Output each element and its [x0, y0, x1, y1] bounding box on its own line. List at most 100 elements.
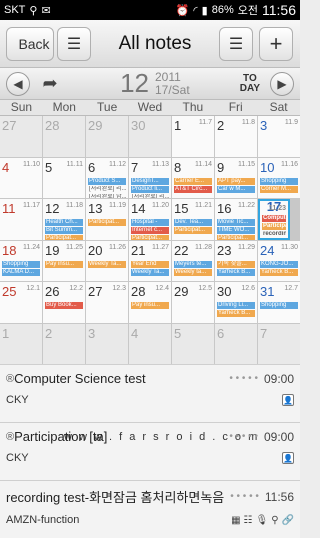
calendar-event[interactable]: Shopping	[2, 260, 40, 268]
calendar-event[interactable]: DesignT...	[131, 177, 169, 185]
calendar-event[interactable]: TIME WO...	[217, 227, 255, 234]
calendar-event[interactable]: Product li...	[131, 185, 169, 193]
calendar-day-cell[interactable]: 9 11.15 APT pay... Car w M...	[215, 157, 257, 198]
calendar-event[interactable]: KONG-JO...	[260, 260, 298, 268]
calendar-day-cell[interactable]: 11 11.17	[0, 199, 42, 240]
calendar-day-cell[interactable]: 27	[0, 116, 42, 157]
note-list-item[interactable]: ® Participation [ta] • • • • • 09:00 CKY …	[0, 422, 300, 480]
calendar-day-cell[interactable]: 5	[172, 323, 214, 364]
calendar-day-cell[interactable]: 7 11.13 DesignT... Product li... [처리완료] 리...	[129, 157, 171, 199]
calendar-event[interactable]: AT&T Circ...	[174, 185, 212, 193]
calendar-event[interactable]: Bit Summ...	[45, 227, 83, 234]
calendar-day-cell[interactable]: 28 12.4 Pay insu...	[129, 282, 171, 323]
calendar-day-cell[interactable]: 23 11.29 기록 찾을... Yarheck B...	[215, 240, 257, 281]
add-note-button[interactable]: +	[259, 26, 293, 61]
calendar-day-cell[interactable]: 21 11.27 Year End Weekly Ta...	[129, 240, 171, 281]
calendar-event[interactable]: Dev. Tea...	[174, 219, 212, 226]
calendar-event[interactable]: Movie Tic...	[217, 219, 255, 226]
menu-button[interactable]: ☰	[219, 26, 253, 61]
calendar-event[interactable]: Weekly Ta...	[88, 260, 126, 268]
calendar-event[interactable]: Yarheck B...	[260, 268, 298, 276]
calendar-event[interactable]: KALMA D...	[2, 268, 40, 276]
lunar-date: 11.24	[23, 243, 40, 251]
calendar-day-cell[interactable]: 26 12.2 Buy Book...	[43, 282, 85, 323]
calendar-event[interactable]: [처리완료] 남...	[88, 194, 126, 199]
calendar-day-cell[interactable]: 18 11.24 Shopping KALMA D...	[0, 240, 42, 281]
lunar-date: 11.12	[109, 160, 126, 168]
calendar-event[interactable]: Weekly Ta...	[131, 268, 169, 276]
share-button[interactable]: ➦	[30, 73, 70, 94]
back-button[interactable]: Back	[6, 26, 54, 61]
calendar-day-cell[interactable]: 24 11.30 KONG-JO... Yarheck B...	[258, 240, 300, 281]
calendar-event[interactable]: Participat...	[217, 235, 255, 240]
calendar-event[interactable]: Yarheck B...	[217, 310, 255, 317]
calendar-event[interactable]: Shopping	[260, 302, 298, 309]
calendar-event[interactable]: Hospital -	[131, 219, 169, 226]
calendar-day-cell[interactable]: 7	[258, 323, 300, 364]
note-list-button[interactable]: ☰	[57, 26, 91, 61]
calendar-event[interactable]: Product S...	[88, 177, 126, 185]
calendar-event[interactable]: Year End	[131, 260, 169, 268]
calendar-event[interactable]: Participat...	[45, 235, 83, 240]
calendar-day-cell[interactable]: 19 11.25 Pay insu...	[43, 240, 85, 281]
calendar-event[interactable]: [처리완료] 리...	[131, 194, 169, 199]
calendar-day-cell[interactable]: 13 11.19 Participat...	[86, 199, 128, 240]
calendar-day-cell[interactable]: 31 12.7 Shopping	[258, 282, 300, 323]
calendar-event[interactable]: Pay insu...	[131, 302, 169, 309]
calendar-event[interactable]: Carrier E...	[174, 177, 212, 185]
calendar-event[interactable]: Shopping	[260, 177, 298, 185]
calendar-day-cell[interactable]: 6 11.12 Product S... [처리완료] 리... [처리완료] 남...	[86, 157, 128, 199]
calendar-day-cell[interactable]: 10 11.16 Shopping Corner M...	[258, 157, 300, 198]
calendar-day-cell[interactable]: 2	[43, 323, 85, 364]
calendar-day-cell[interactable]: 30	[129, 116, 171, 157]
calendar-event[interactable]: Car w M...	[217, 185, 255, 193]
calendar-event[interactable]: Computer	[262, 215, 286, 222]
calendar-day-cell[interactable]: 20 11.26 Weekly Ta...	[86, 240, 128, 281]
calendar-event[interactable]: Health Ch...	[45, 219, 83, 226]
calendar-day-cell[interactable]: 29	[86, 116, 128, 157]
calendar-day-cell[interactable]: 14 11.20 Hospital - Internet c... Participat…	[129, 199, 171, 240]
calendar-day-cell[interactable]: 28	[43, 116, 85, 157]
calendar-day-cell[interactable]: 1711.23ComputerParticipat...recording te…	[258, 199, 290, 240]
calendar-day-cell[interactable]: 6	[215, 323, 257, 364]
calendar-event[interactable]: 기록 찾을...	[217, 260, 255, 268]
calendar-event[interactable]: Participat...	[262, 223, 286, 230]
calendar-event[interactable]: Meyers te...	[174, 260, 212, 268]
calendar-day-cell[interactable]: 2 11.8	[215, 116, 257, 157]
calendar-day-cell[interactable]: 8 11.14 Carrier E... AT&T Circ...	[172, 157, 214, 198]
calendar-day-cell[interactable]: 27 12.3	[86, 282, 128, 323]
next-month-button[interactable]: ▶	[270, 71, 294, 96]
calendar-day-cell[interactable]: 25 12.1	[0, 282, 42, 323]
calendar-event[interactable]: Participat...	[174, 227, 212, 234]
calendar-day-cell[interactable]: 1	[0, 323, 42, 364]
calendar-day-cell[interactable]: 3	[86, 323, 128, 364]
calendar-event[interactable]: Pay insu...	[45, 260, 83, 268]
calendar-day-cell[interactable]: 3 11.9	[258, 116, 300, 157]
calendar-event[interactable]: Weekly ta...	[174, 268, 212, 276]
calendar-event[interactable]: Internet c...	[131, 227, 169, 234]
prev-month-button[interactable]: ◀	[6, 71, 30, 96]
calendar-event[interactable]: Participat...	[131, 235, 169, 240]
calendar-event[interactable]: [처리완료] 리...	[88, 186, 126, 193]
calendar-day-cell[interactable]: 29 12.5	[172, 282, 214, 323]
calendar-event[interactable]: recording te...	[262, 231, 286, 238]
calendar-event[interactable]: Corner M...	[260, 185, 298, 193]
calendar-event[interactable]: Buy Book...	[45, 302, 83, 309]
calendar-day-cell[interactable]: 5 11.11	[43, 157, 85, 198]
calendar-day-cell[interactable]: 22 11.28 Meyers te... Weekly ta...	[172, 240, 214, 281]
calendar-day-cell[interactable]: 15 11.21 Dev. Tea... Participat...	[172, 199, 214, 240]
calendar-day-cell[interactable]: 4	[129, 323, 171, 364]
calendar-day-cell[interactable]: 1 11.7	[172, 116, 214, 157]
calendar-event[interactable]: Yarheck B...	[217, 268, 255, 276]
calendar-day-cell[interactable]: 12 11.18 Health Ch... Bit Summ... Participat…	[43, 199, 85, 240]
note-list-item[interactable]: recording test-화면잠금 홈처리하면녹음/... • • • • …	[0, 480, 300, 538]
calendar-day-cell[interactable]: 30 12.6 Driving Li... Yarheck B...	[215, 282, 257, 323]
today-button[interactable]: TO DAY	[240, 73, 260, 94]
lunar-date: 12.4	[155, 285, 169, 292]
calendar-event[interactable]: Participat...	[88, 219, 126, 226]
calendar-day-cell[interactable]: 4 11.10	[0, 157, 42, 198]
calendar-event[interactable]: Driving Li...	[217, 302, 255, 309]
note-list-item[interactable]: ® Computer Science test • • • • • 09:00 C…	[0, 364, 300, 443]
calendar-event[interactable]: APT pay...	[217, 177, 255, 185]
calendar-day-cell[interactable]: 16 11.22 Movie Tic... TIME WO... Participat.…	[215, 199, 257, 240]
